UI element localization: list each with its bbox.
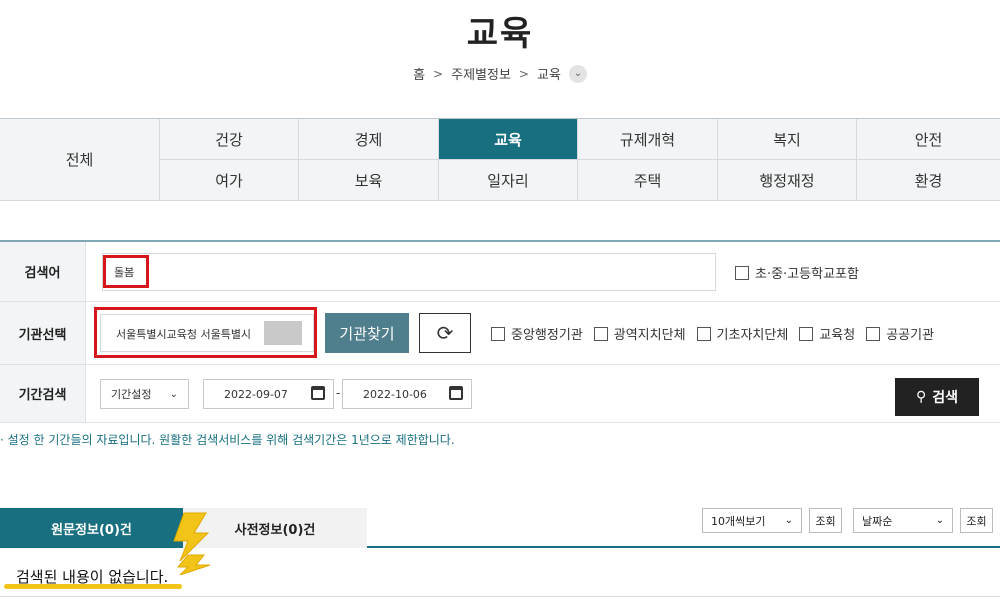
org-type-label: 교육청 xyxy=(819,328,856,343)
page-title: 교육 xyxy=(466,14,534,54)
org-type-checkboxes: 중앙행정기관 광역지치단체 기초자치단체 교육청 공공기관 xyxy=(491,324,934,343)
empty-result-message: 검색된 내용이 없습니다. xyxy=(16,568,169,586)
category-safety[interactable]: 안전 xyxy=(856,119,1000,160)
date-to-input[interactable]: 2022-10-06 xyxy=(342,379,472,409)
date-separator: - xyxy=(336,386,341,400)
page-size-select[interactable]: 10개씩보기 ⌄ xyxy=(702,508,802,533)
lightning-icon xyxy=(173,512,211,575)
period-select[interactable]: 기간설정 ⌄ xyxy=(100,379,189,409)
org-type-label: 중앙행정기관 xyxy=(511,328,583,343)
category-regulation[interactable]: 규제개혁 xyxy=(577,119,717,160)
breadcrumb-home[interactable]: 홈 xyxy=(413,64,425,83)
breadcrumb: 홈 > 주제별정보 > 교육 ⌄ xyxy=(0,64,1000,83)
tab-original-info[interactable]: 원문정보(0)건 xyxy=(0,508,183,548)
result-tabs: 원문정보(0)건 사전정보(0)건 xyxy=(0,508,1000,548)
breadcrumb-level1[interactable]: 주제별정보 xyxy=(451,64,511,83)
category-health[interactable]: 건강 xyxy=(159,119,298,160)
category-welfare[interactable]: 복지 xyxy=(717,119,856,160)
search-form: 검색어 돌봄 초·중·고등학교포함 기관선택 서울특별시교육청 서울특별시 기관… xyxy=(0,240,1000,423)
date-from-input[interactable]: 2022-09-07 xyxy=(203,379,334,409)
checkbox-icon[interactable] xyxy=(866,326,881,341)
category-grid: 건강 경제 교육 규제개혁 복지 안전 여가 보육 일자리 주택 행정재정 환경 xyxy=(159,119,1000,201)
checkbox-icon[interactable] xyxy=(799,326,814,341)
category-economy[interactable]: 경제 xyxy=(298,119,438,160)
view-button[interactable]: 조회 xyxy=(960,508,993,533)
checkbox-icon[interactable] xyxy=(491,326,505,341)
category-housing[interactable]: 주택 xyxy=(577,160,717,201)
refresh-icon[interactable]: ⟳ xyxy=(419,313,471,353)
org-type-label: 광역지치단체 xyxy=(613,328,686,343)
category-jobs[interactable]: 일자리 xyxy=(438,160,577,201)
org-type-local[interactable]: 기초자치단체 xyxy=(696,324,789,343)
chevron-down-icon: ⌄ xyxy=(935,515,944,526)
school-include-checkbox[interactable]: 초·중·고등학교포함 xyxy=(735,263,859,282)
category-admin-finance[interactable]: 행정재정 xyxy=(717,160,856,201)
category-table: 전체 건강 경제 교육 규제개혁 복지 안전 여가 보육 일자리 주택 행정재정… xyxy=(0,118,1000,201)
search-icon: ⚲ xyxy=(915,389,927,405)
keyword-label: 검색어 xyxy=(0,242,86,301)
org-type-metro[interactable]: 광역지치단체 xyxy=(593,324,686,343)
school-include-label: 초·중·고등학교포함 xyxy=(755,267,859,282)
category-environment[interactable]: 환경 xyxy=(856,160,1000,201)
view-button[interactable]: 조회 xyxy=(809,508,842,533)
org-type-public[interactable]: 공공기관 xyxy=(866,324,934,343)
period-label: 기간검색 xyxy=(0,365,86,422)
checkbox-icon[interactable] xyxy=(593,326,608,341)
keyword-value: 돌봄 xyxy=(114,266,135,279)
checkbox-icon[interactable] xyxy=(735,265,749,280)
sort-select[interactable]: 날짜순 ⌄ xyxy=(853,508,953,533)
org-type-education-office[interactable]: 교육청 xyxy=(799,324,855,343)
date-to-value: 2022-10-06 xyxy=(363,387,427,401)
checkbox-icon[interactable] xyxy=(696,326,711,341)
date-from-value: 2022-09-07 xyxy=(224,387,288,401)
search-button[interactable]: ⚲ 검색 xyxy=(895,378,979,416)
org-type-label: 기초자치단체 xyxy=(716,328,789,343)
org-row: 기관선택 서울특별시교육청 서울특별시 기관찾기 ⟳ 중앙행정기관 광역지치단체… xyxy=(0,302,1000,365)
divider xyxy=(0,596,1000,597)
period-row: 기간검색 기간설정 ⌄ 2022-09-07 - 2022-10-06 ⚲ 검색 xyxy=(0,365,1000,423)
find-org-button[interactable]: 기관찾기 xyxy=(325,313,409,353)
keyword-input[interactable] xyxy=(102,253,716,291)
chevron-down-icon: ⌄ xyxy=(169,388,178,400)
breadcrumb-level2[interactable]: 교육 xyxy=(537,64,561,83)
org-highlight-box xyxy=(94,307,317,358)
org-type-central[interactable]: 중앙행정기관 xyxy=(491,324,583,343)
calendar-icon[interactable] xyxy=(311,386,325,400)
breadcrumb-separator: > xyxy=(518,66,529,81)
sort-value: 날짜순 xyxy=(862,514,893,528)
category-education[interactable]: 교육 xyxy=(438,119,577,160)
search-notice: · 설정 한 기간들의 자료입니다. 원활한 검색서비스를 위해 검색기간은 1… xyxy=(0,433,455,447)
org-label: 기관선택 xyxy=(0,302,86,364)
breadcrumb-separator: > xyxy=(433,66,444,81)
category-leisure[interactable]: 여가 xyxy=(159,160,298,201)
page-size-value: 10개씩보기 xyxy=(711,514,766,528)
chevron-down-icon[interactable]: ⌄ xyxy=(568,64,587,83)
search-button-label: 검색 xyxy=(932,390,959,406)
calendar-icon[interactable] xyxy=(449,386,463,400)
keyword-row: 검색어 돌봄 초·중·고등학교포함 xyxy=(0,242,1000,302)
category-childcare[interactable]: 보육 xyxy=(298,160,438,201)
org-type-label: 공공기관 xyxy=(886,328,935,343)
category-all[interactable]: 전체 xyxy=(0,119,159,201)
chevron-down-icon: ⌄ xyxy=(784,515,793,526)
period-select-value: 기간설정 xyxy=(111,388,152,401)
